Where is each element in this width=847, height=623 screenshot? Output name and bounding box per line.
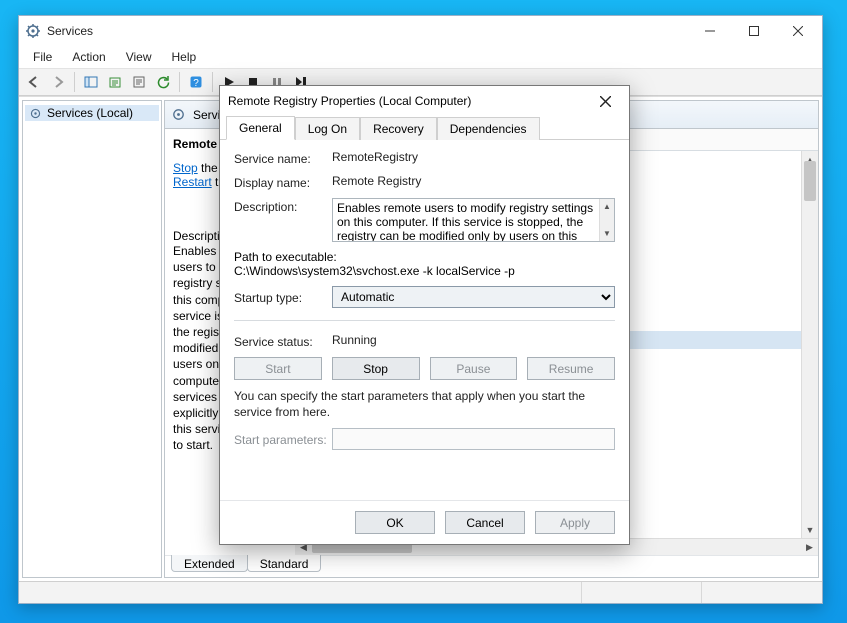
- show-hide-tree-button[interactable]: [80, 71, 102, 93]
- restart-link[interactable]: Restart: [173, 175, 212, 189]
- dialog-actions: OK Cancel Apply: [220, 500, 629, 544]
- minimize-button[interactable]: [688, 17, 732, 46]
- tab-standard[interactable]: Standard: [247, 555, 322, 572]
- service-name-value: RemoteRegistry: [332, 150, 615, 164]
- service-status-label: Service status:: [234, 333, 332, 349]
- start-button: Start: [234, 357, 322, 380]
- separator: [234, 320, 615, 321]
- tab-dependencies[interactable]: Dependencies: [437, 117, 540, 140]
- tab-logon[interactable]: Log On: [295, 117, 360, 140]
- stop-button[interactable]: Stop: [332, 357, 420, 380]
- resume-button: Resume: [527, 357, 615, 380]
- scroll-thumb[interactable]: [804, 161, 816, 201]
- back-button[interactable]: [23, 71, 45, 93]
- start-params-input: [332, 428, 615, 450]
- startup-type-label: Startup type:: [234, 289, 332, 305]
- tree-item-label: Services (Local): [47, 106, 133, 120]
- vertical-scrollbar[interactable]: ▲ ▼: [801, 151, 818, 538]
- gear-icon: [25, 23, 41, 39]
- path-value: C:\Windows\system32\svchost.exe -k local…: [234, 264, 615, 278]
- dialog-tabs: General Log On Recovery Dependencies: [220, 116, 629, 140]
- description-scrollbar[interactable]: ▲ ▼: [599, 199, 614, 241]
- scroll-right-icon[interactable]: ▶: [801, 539, 818, 556]
- menu-file[interactable]: File: [23, 48, 62, 66]
- scroll-down-icon[interactable]: ▼: [600, 226, 614, 241]
- service-status-value: Running: [332, 333, 615, 347]
- statusbar: [19, 581, 822, 603]
- startup-type-select[interactable]: Automatic: [332, 286, 615, 308]
- export-button[interactable]: [104, 71, 126, 93]
- forward-button[interactable]: [47, 71, 69, 93]
- description-label: Description:: [234, 198, 332, 214]
- scroll-down-icon[interactable]: ▼: [802, 521, 818, 538]
- help-button[interactable]: ?: [185, 71, 207, 93]
- start-params-label: Start parameters:: [234, 431, 332, 447]
- cancel-button[interactable]: Cancel: [445, 511, 525, 534]
- menu-view[interactable]: View: [116, 48, 162, 66]
- dialog-titlebar: Remote Registry Properties (Local Comput…: [220, 86, 629, 116]
- description-box[interactable]: Enables remote users to modify registry …: [332, 198, 615, 242]
- refresh-button[interactable]: [152, 71, 174, 93]
- tree-panel: Services (Local): [22, 100, 162, 578]
- properties-button[interactable]: [128, 71, 150, 93]
- properties-dialog: Remote Registry Properties (Local Comput…: [219, 85, 630, 545]
- control-buttons: Start Stop Pause Resume: [234, 357, 615, 380]
- menu-help[interactable]: Help: [162, 48, 207, 66]
- titlebar: Services: [19, 16, 822, 46]
- display-name-label: Display name:: [234, 174, 332, 190]
- svg-text:?: ?: [193, 78, 199, 89]
- ok-button[interactable]: OK: [355, 511, 435, 534]
- bottom-tabs: Extended Standard: [165, 555, 818, 577]
- apply-button: Apply: [535, 511, 615, 534]
- gear-icon: [171, 107, 187, 123]
- gear-icon: [28, 106, 42, 120]
- stop-link[interactable]: Stop: [173, 161, 198, 175]
- dialog-body: Service name: RemoteRegistry Display nam…: [220, 140, 629, 500]
- menubar: File Action View Help: [19, 46, 822, 68]
- tab-extended[interactable]: Extended: [171, 555, 248, 572]
- description-text: Enables remote users to modify registry …: [337, 201, 610, 242]
- menu-action[interactable]: Action: [62, 48, 115, 66]
- maximize-button[interactable]: [732, 17, 776, 46]
- start-params-hint: You can specify the start parameters tha…: [234, 388, 615, 420]
- dialog-title: Remote Registry Properties (Local Comput…: [228, 94, 589, 108]
- pause-button: Pause: [430, 357, 518, 380]
- tree-item-services-local[interactable]: Services (Local): [25, 105, 159, 121]
- window-title: Services: [47, 24, 688, 38]
- display-name-value: Remote Registry: [332, 174, 615, 188]
- scroll-up-icon[interactable]: ▲: [600, 199, 614, 214]
- tab-recovery[interactable]: Recovery: [360, 117, 437, 140]
- dialog-close-button[interactable]: [589, 87, 621, 115]
- path-label: Path to executable:: [234, 250, 615, 264]
- close-button[interactable]: [776, 17, 820, 46]
- tab-general[interactable]: General: [226, 116, 295, 140]
- service-name-label: Service name:: [234, 150, 332, 166]
